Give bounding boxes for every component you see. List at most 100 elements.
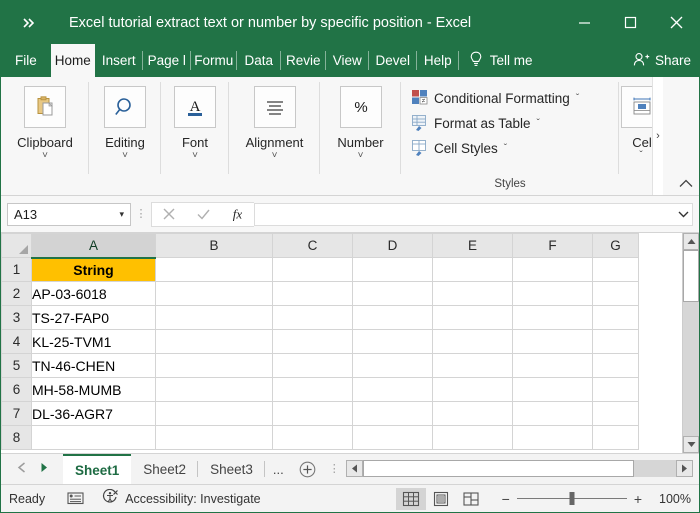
zoom-out-button[interactable]: − bbox=[502, 491, 510, 507]
tab-review[interactable]: Revie bbox=[281, 44, 326, 77]
vertical-scrollbar[interactable] bbox=[682, 233, 699, 453]
zoom-level-label[interactable]: 100% bbox=[649, 492, 691, 506]
column-header-e[interactable]: E bbox=[433, 234, 513, 258]
tab-help[interactable]: Help bbox=[417, 44, 459, 77]
chevron-down-icon[interactable]: ˅ bbox=[358, 151, 364, 161]
chevron-down-icon[interactable]: ˅ bbox=[272, 151, 278, 161]
tab-data[interactable]: Data bbox=[237, 44, 281, 77]
cell-b6[interactable] bbox=[156, 378, 273, 402]
chevron-down-icon[interactable]: ˇ bbox=[576, 93, 579, 104]
tab-home[interactable]: Home bbox=[51, 44, 95, 77]
cell-f1[interactable] bbox=[513, 258, 593, 282]
cell-styles-button[interactable]: Cell Styles ˇ bbox=[411, 136, 609, 161]
horizontal-scrollbar-track[interactable] bbox=[363, 460, 676, 477]
sheet-tabs-overflow[interactable]: ... bbox=[265, 454, 292, 484]
tab-developer[interactable]: Devel bbox=[369, 44, 417, 77]
ribbon-group-number[interactable]: % Number ˅ bbox=[320, 77, 401, 195]
row-header-7[interactable]: 7 bbox=[2, 402, 32, 426]
cell-f3[interactable] bbox=[513, 306, 593, 330]
enter-check-icon[interactable] bbox=[186, 203, 220, 226]
cell-f5[interactable] bbox=[513, 354, 593, 378]
cell-g7[interactable] bbox=[593, 402, 639, 426]
zoom-slider-track[interactable] bbox=[517, 498, 627, 499]
chevron-down-icon[interactable]: ▾ bbox=[119, 209, 124, 220]
cell-e2[interactable] bbox=[433, 282, 513, 306]
tab-view[interactable]: View bbox=[326, 44, 369, 77]
chevron-down-icon[interactable]: ˇ bbox=[639, 151, 642, 161]
row-header-2[interactable]: 2 bbox=[2, 282, 32, 306]
cell-a6[interactable]: MH-58-MUMB bbox=[32, 378, 156, 402]
cell-b8[interactable] bbox=[156, 426, 273, 450]
select-all-corner[interactable] bbox=[2, 234, 32, 258]
quick-access-toolbar-icon[interactable] bbox=[1, 18, 59, 28]
sheet-tab-sheet1[interactable]: Sheet1 bbox=[63, 454, 131, 484]
cell-b3[interactable] bbox=[156, 306, 273, 330]
cell-e8[interactable] bbox=[433, 426, 513, 450]
cell-a7[interactable]: DL-36-AGR7 bbox=[32, 402, 156, 426]
chevron-down-icon[interactable]: ˇ bbox=[537, 118, 540, 129]
name-box[interactable]: A13 ▾ bbox=[7, 203, 131, 226]
cell-e6[interactable] bbox=[433, 378, 513, 402]
tab-page-layout[interactable]: Page l bbox=[143, 44, 191, 77]
nav-prev-icon[interactable] bbox=[17, 460, 26, 478]
add-sheet-button[interactable] bbox=[292, 454, 323, 484]
tab-formulas[interactable]: Formu bbox=[191, 44, 237, 77]
tab-insert[interactable]: Insert bbox=[95, 44, 143, 77]
zoom-slider-thumb[interactable] bbox=[569, 492, 574, 505]
cell-c8[interactable] bbox=[273, 426, 353, 450]
close-button[interactable] bbox=[653, 1, 699, 44]
fx-icon[interactable]: fx bbox=[220, 203, 254, 226]
cell-d5[interactable] bbox=[353, 354, 433, 378]
minimize-button[interactable] bbox=[561, 1, 607, 44]
cell-f6[interactable] bbox=[513, 378, 593, 402]
row-header-8[interactable]: 8 bbox=[2, 426, 32, 450]
row-header-3[interactable]: 3 bbox=[2, 306, 32, 330]
cell-d2[interactable] bbox=[353, 282, 433, 306]
align-lines-icon[interactable] bbox=[254, 86, 296, 128]
cell-e1[interactable] bbox=[433, 258, 513, 282]
cell-d8[interactable] bbox=[353, 426, 433, 450]
chevron-down-icon[interactable]: ˅ bbox=[42, 151, 48, 161]
cell-b5[interactable] bbox=[156, 354, 273, 378]
sheet-tab-sheet2[interactable]: Sheet2 bbox=[131, 454, 198, 484]
cell-b4[interactable] bbox=[156, 330, 273, 354]
cell-c5[interactable] bbox=[273, 354, 353, 378]
chevron-down-icon[interactable]: ˇ bbox=[504, 143, 507, 154]
cell-g1[interactable] bbox=[593, 258, 639, 282]
chevron-down-icon[interactable]: ˅ bbox=[192, 151, 198, 161]
row-header-6[interactable]: 6 bbox=[2, 378, 32, 402]
cell-f7[interactable] bbox=[513, 402, 593, 426]
scroll-up-button[interactable] bbox=[683, 233, 699, 250]
cell-b7[interactable] bbox=[156, 402, 273, 426]
cell-e3[interactable] bbox=[433, 306, 513, 330]
ribbon-group-clipboard[interactable]: Clipboard ˅ bbox=[1, 77, 89, 195]
cell-g3[interactable] bbox=[593, 306, 639, 330]
vertical-scrollbar-thumb[interactable] bbox=[683, 250, 699, 302]
scroll-right-button[interactable] bbox=[676, 460, 693, 477]
cell-d7[interactable] bbox=[353, 402, 433, 426]
share-button[interactable]: Share bbox=[633, 44, 691, 77]
column-header-c[interactable]: C bbox=[273, 234, 353, 258]
chevron-down-icon[interactable]: ˅ bbox=[122, 151, 128, 161]
sheet-tab-sheet3[interactable]: Sheet3 bbox=[198, 454, 265, 484]
ribbon-group-cells[interactable]: Cel ˇ › bbox=[619, 77, 663, 195]
maximize-button[interactable] bbox=[607, 1, 653, 44]
collapse-ribbon-button[interactable] bbox=[679, 177, 693, 191]
cell-a1[interactable]: String bbox=[32, 258, 156, 282]
cell-f2[interactable] bbox=[513, 282, 593, 306]
tab-file[interactable]: File bbox=[1, 44, 51, 77]
row-header-5[interactable]: 5 bbox=[2, 354, 32, 378]
column-header-d[interactable]: D bbox=[353, 234, 433, 258]
clipboard-icon[interactable] bbox=[24, 86, 66, 128]
formula-input[interactable] bbox=[254, 203, 676, 226]
cell-f8[interactable] bbox=[513, 426, 593, 450]
worksheet-grid[interactable]: A B C D E F G 1 String bbox=[1, 233, 682, 453]
normal-view-button[interactable] bbox=[396, 488, 426, 510]
cell-e5[interactable] bbox=[433, 354, 513, 378]
cell-b2[interactable] bbox=[156, 282, 273, 306]
cell-a2[interactable]: AP-03-6018 bbox=[32, 282, 156, 306]
cell-b1[interactable] bbox=[156, 258, 273, 282]
expand-formula-bar-button[interactable] bbox=[675, 203, 693, 226]
cell-a4[interactable]: KL-25-TVM1 bbox=[32, 330, 156, 354]
horizontal-scrollbar-thumb[interactable] bbox=[363, 460, 634, 477]
